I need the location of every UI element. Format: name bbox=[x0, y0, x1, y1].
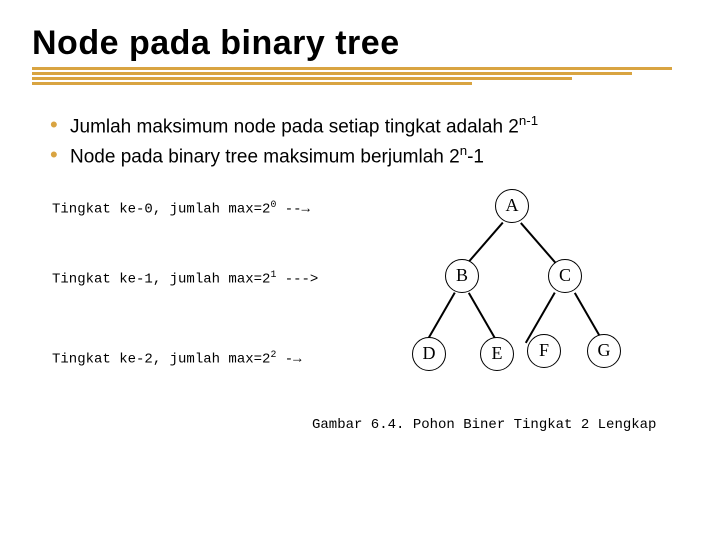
label-text: Tingkat ke-2, jumlah max=2 bbox=[52, 351, 270, 367]
bullet-text: -1 bbox=[467, 146, 484, 167]
node-label: A bbox=[506, 195, 519, 216]
node-a: A bbox=[495, 189, 529, 223]
binary-tree: A B C D E F G bbox=[372, 189, 672, 409]
label-arrow: ---> bbox=[276, 271, 318, 287]
bullet-text: Jumlah maksimum node pada setiap tingkat… bbox=[70, 116, 519, 137]
edge bbox=[425, 292, 455, 343]
label-text: Tingkat ke-1, jumlah max=2 bbox=[52, 271, 270, 287]
node-d: D bbox=[412, 337, 446, 371]
figure: Tingkat ke-0, jumlah max=20 --→ Tingkat … bbox=[42, 189, 682, 449]
node-c: C bbox=[548, 259, 582, 293]
bullet-sup: n bbox=[460, 143, 467, 158]
node-label: E bbox=[492, 343, 503, 364]
label-arrow: -→ bbox=[276, 351, 301, 367]
node-label: D bbox=[423, 343, 436, 364]
slide-title: Node pada binary tree bbox=[32, 24, 688, 63]
node-e: E bbox=[480, 337, 514, 371]
bullet-list: Jumlah maksimum node pada setiap tingkat… bbox=[50, 111, 688, 171]
node-g: G bbox=[587, 334, 621, 368]
level-label-2: Tingkat ke-2, jumlah max=22 -→ bbox=[52, 349, 302, 368]
bullet-text: Node pada binary tree maksimum berjumlah… bbox=[70, 146, 460, 167]
label-arrow: --→ bbox=[276, 201, 310, 217]
node-label: G bbox=[598, 340, 611, 361]
level-label-0: Tingkat ke-0, jumlah max=20 --→ bbox=[52, 199, 310, 218]
node-b: B bbox=[445, 259, 479, 293]
node-label: F bbox=[539, 340, 549, 361]
level-label-1: Tingkat ke-1, jumlah max=21 ---> bbox=[52, 269, 318, 288]
label-text: Tingkat ke-0, jumlah max=2 bbox=[52, 201, 270, 217]
node-label: C bbox=[559, 265, 571, 286]
bullet-sup: n-1 bbox=[519, 113, 538, 128]
node-label: B bbox=[456, 265, 468, 286]
bullet-item: Node pada binary tree maksimum berjumlah… bbox=[50, 141, 688, 171]
edge bbox=[468, 292, 498, 343]
bullet-item: Jumlah maksimum node pada setiap tingkat… bbox=[50, 111, 688, 141]
title-underline bbox=[32, 67, 688, 89]
node-f: F bbox=[527, 334, 561, 368]
figure-caption: Gambar 6.4. Pohon Biner Tingkat 2 Lengka… bbox=[312, 417, 656, 433]
